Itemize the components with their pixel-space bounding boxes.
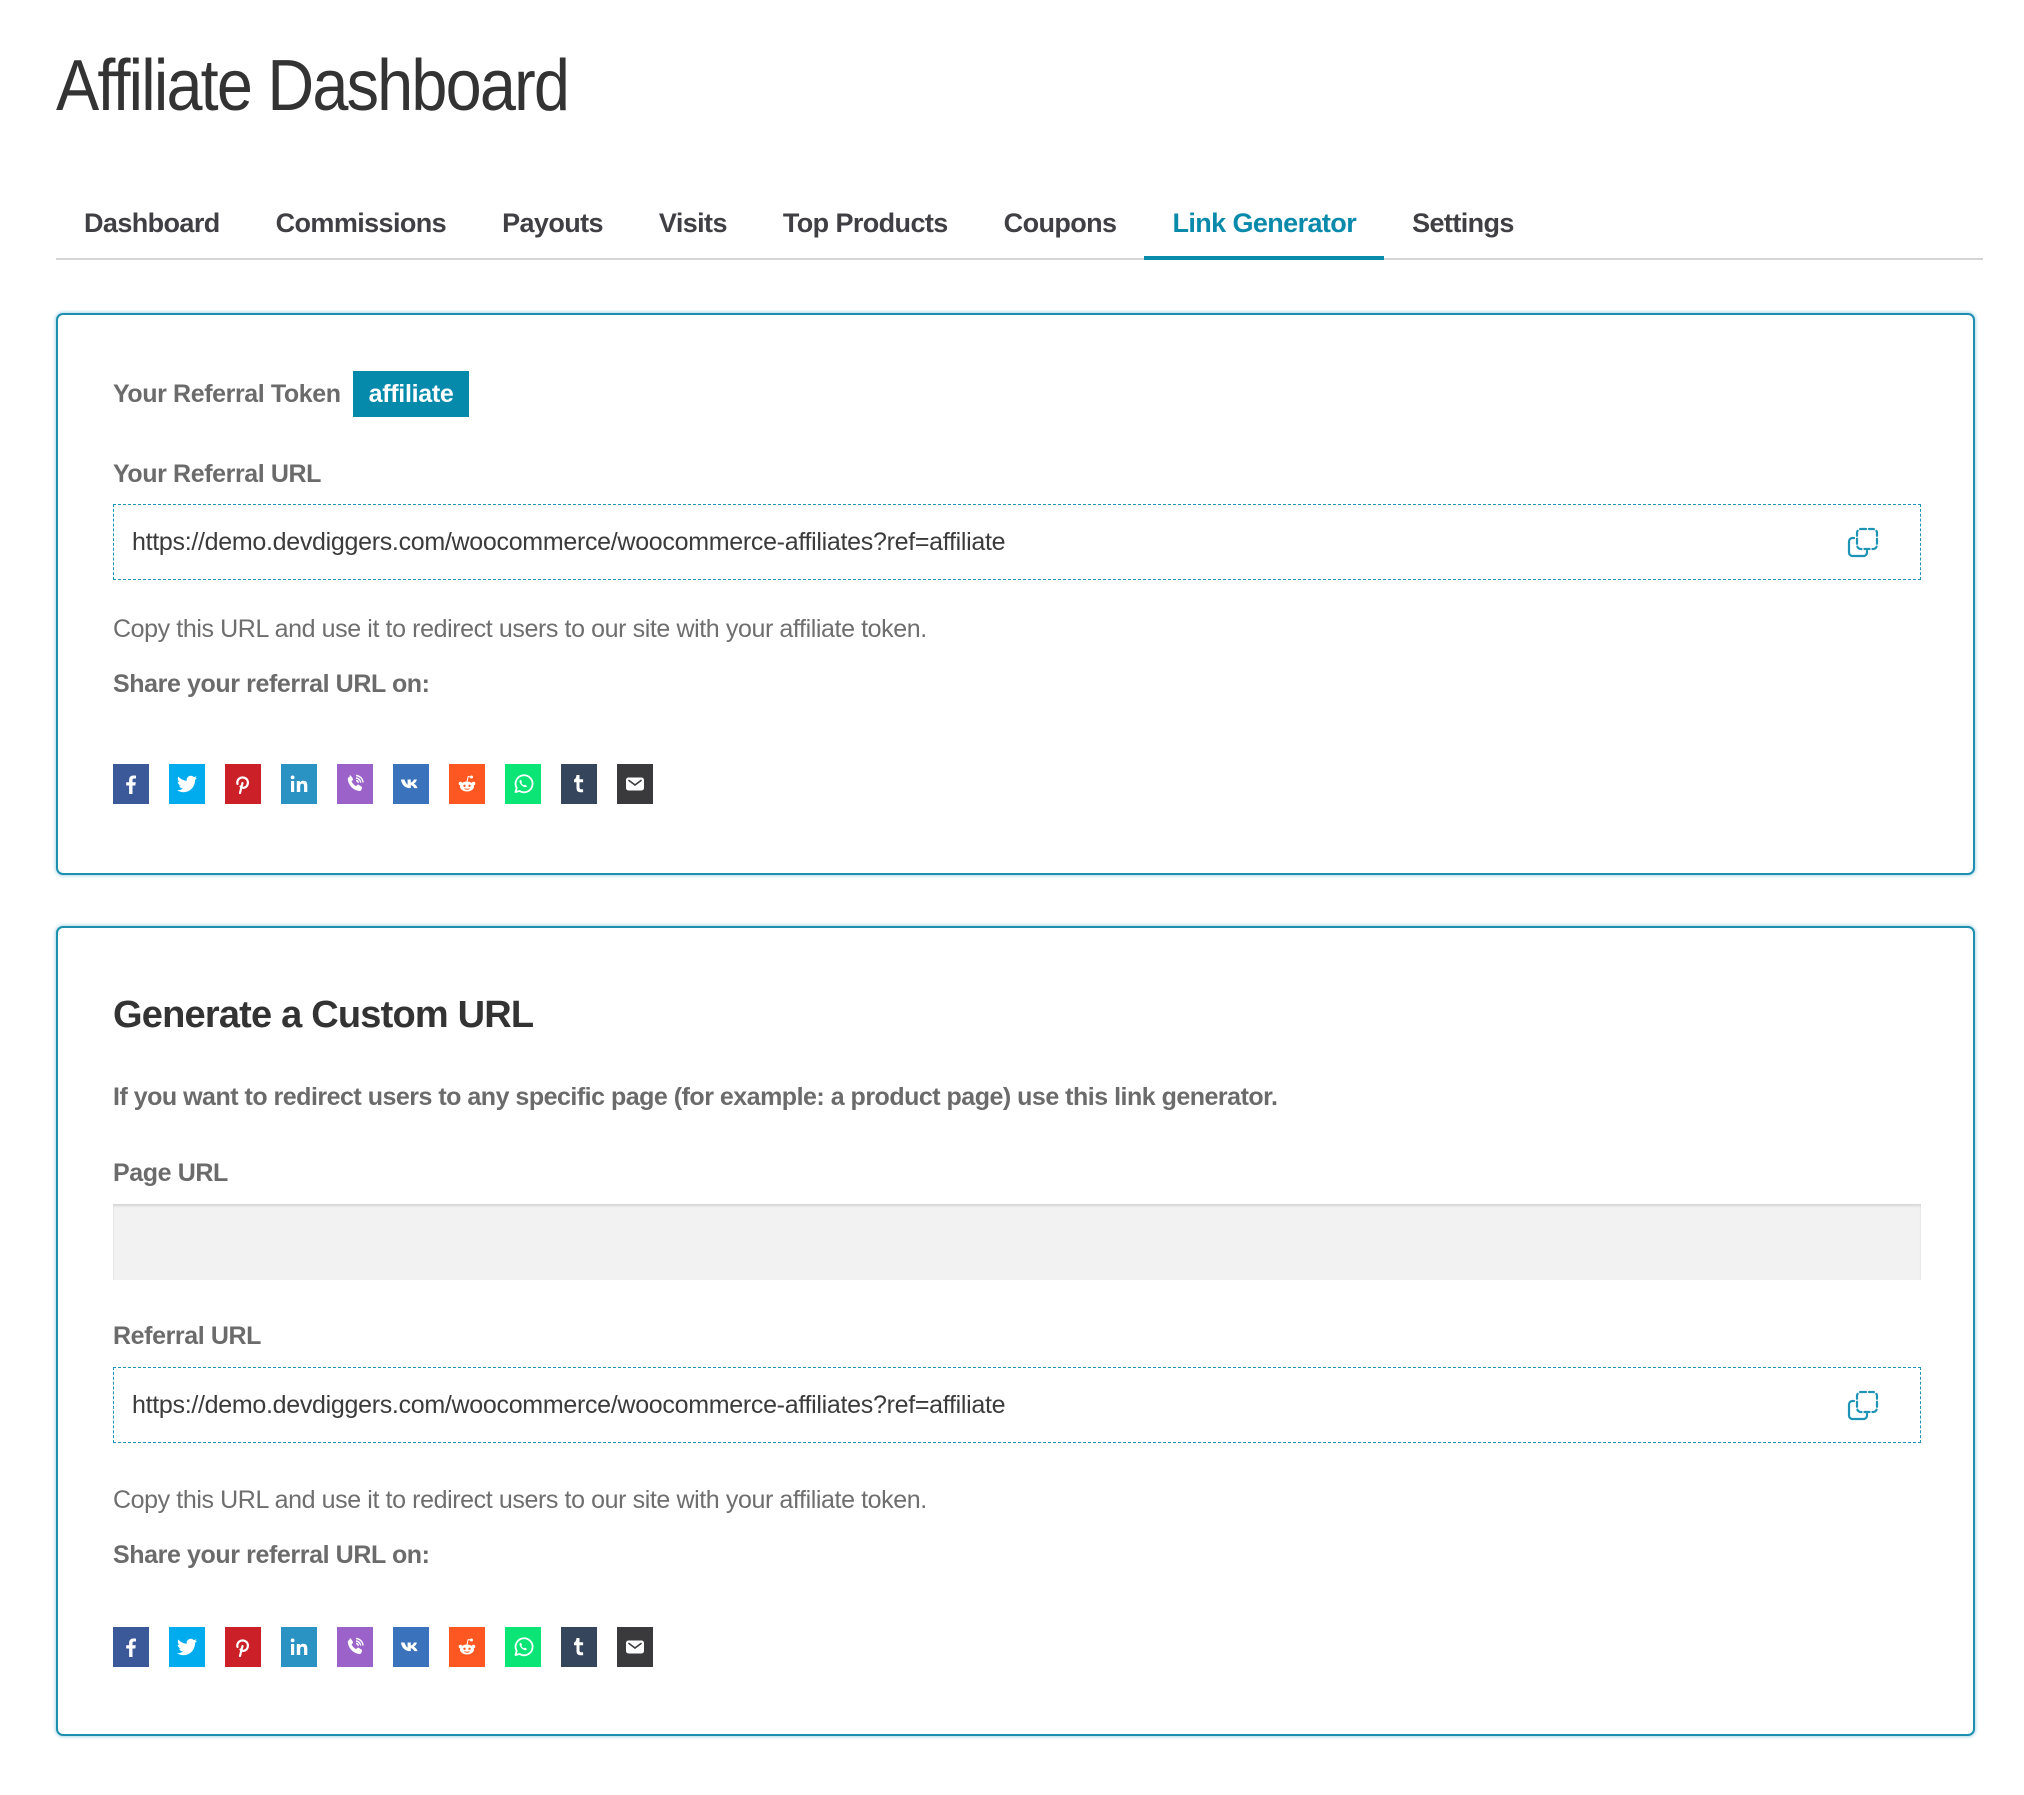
page-title: Affiliate Dashboard [56, 46, 570, 126]
pinterest-share-button[interactable] [225, 764, 261, 804]
tab-link-generator[interactable]: Link Generator [1144, 188, 1384, 260]
copy-icon[interactable] [1846, 1388, 1880, 1422]
custom-referral-url-label: Referral URL [113, 1322, 262, 1350]
email-share-button[interactable] [617, 764, 653, 804]
referral-token-badge: affiliate [352, 371, 470, 417]
facebook-share-button[interactable] [113, 1627, 149, 1667]
custom-social-share-row [113, 1627, 653, 1667]
custom-share-label: Share your referral URL on: [113, 1541, 430, 1569]
vk-icon [401, 779, 418, 789]
email-share-button[interactable] [617, 1627, 653, 1667]
referral-help-text: Copy this URL and use it to redirect use… [113, 615, 927, 643]
custom-referral-url-field[interactable]: https://demo.devdiggers.com/woocommerce/… [113, 1367, 1921, 1443]
tumblr-icon [574, 1638, 584, 1656]
linkedin-icon [290, 1638, 308, 1655]
reddit-share-button[interactable] [449, 764, 485, 804]
pinterest-icon [236, 1639, 249, 1658]
tab-payouts[interactable]: Payouts [474, 188, 631, 258]
pinterest-share-button[interactable] [225, 1627, 261, 1667]
twitter-icon [177, 775, 197, 793]
tab-bar: Dashboard Commissions Payouts Visits Top… [56, 188, 1983, 260]
viber-share-button[interactable] [337, 764, 373, 804]
facebook-icon [126, 1638, 136, 1657]
custom-url-description: If you want to redirect users to any spe… [113, 1083, 1278, 1111]
reddit-icon [458, 1638, 476, 1655]
twitter-icon [177, 1638, 197, 1656]
facebook-share-button[interactable] [113, 764, 149, 804]
facebook-icon [126, 775, 136, 794]
pinterest-icon [236, 776, 249, 795]
tab-dashboard[interactable]: Dashboard [56, 188, 248, 258]
twitter-share-button[interactable] [169, 764, 205, 804]
referral-card: Your Referral Token affiliate Your Refer… [56, 313, 1975, 875]
custom-url-card: Generate a Custom URL If you want to red… [56, 926, 1975, 1736]
twitter-share-button[interactable] [169, 1627, 205, 1667]
referral-url-field[interactable]: https://demo.devdiggers.com/woocommerce/… [113, 504, 1921, 580]
custom-referral-url-value[interactable]: https://demo.devdiggers.com/woocommerce/… [132, 1391, 1846, 1420]
tab-settings[interactable]: Settings [1384, 188, 1542, 258]
page-url-label: Page URL [113, 1159, 228, 1187]
whatsapp-share-button[interactable] [505, 1627, 541, 1667]
whatsapp-share-button[interactable] [505, 764, 541, 804]
referral-url-label: Your Referral URL [113, 460, 322, 488]
viber-share-button[interactable] [337, 1627, 373, 1667]
viber-icon [347, 774, 364, 792]
referral-token-row: Your Referral Token affiliate [113, 371, 470, 417]
referral-url-value[interactable]: https://demo.devdiggers.com/woocommerce/… [132, 528, 1846, 557]
custom-help-text: Copy this URL and use it to redirect use… [113, 1486, 927, 1514]
vk-share-button[interactable] [393, 764, 429, 804]
page-url-input[interactable] [113, 1204, 1921, 1280]
email-icon [626, 777, 644, 791]
linkedin-share-button[interactable] [281, 1627, 317, 1667]
copy-icon[interactable] [1846, 525, 1880, 559]
whatsapp-icon [514, 1637, 534, 1657]
linkedin-share-button[interactable] [281, 764, 317, 804]
tab-top-products[interactable]: Top Products [755, 188, 976, 258]
tab-coupons[interactable]: Coupons [976, 188, 1145, 258]
whatsapp-icon [514, 774, 534, 794]
linkedin-icon [290, 775, 308, 792]
social-share-row [113, 764, 653, 804]
reddit-icon [458, 775, 476, 792]
email-icon [626, 1640, 644, 1654]
referral-token-label: Your Referral Token [113, 379, 341, 408]
tab-visits[interactable]: Visits [631, 188, 755, 258]
share-label: Share your referral URL on: [113, 670, 430, 698]
tab-commissions[interactable]: Commissions [248, 188, 474, 258]
vk-icon [401, 1642, 418, 1652]
reddit-share-button[interactable] [449, 1627, 485, 1667]
viber-icon [347, 1637, 364, 1655]
custom-url-heading: Generate a Custom URL [113, 994, 534, 1036]
vk-share-button[interactable] [393, 1627, 429, 1667]
tumblr-share-button[interactable] [561, 764, 597, 804]
tumblr-share-button[interactable] [561, 1627, 597, 1667]
tumblr-icon [574, 775, 584, 793]
